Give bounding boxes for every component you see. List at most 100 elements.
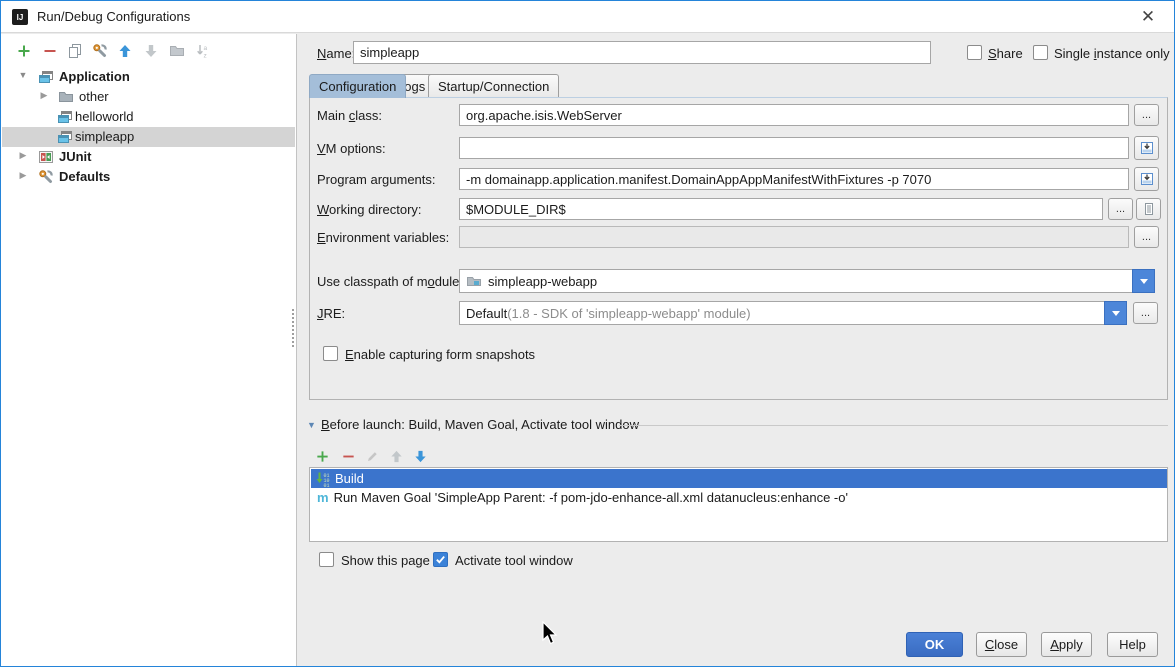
minus-icon [42, 43, 58, 59]
ellipsis-icon: ... [1116, 203, 1125, 215]
tree-item-label: Application [59, 69, 130, 84]
chevron-down-icon [1140, 279, 1148, 284]
environment-variables-input[interactable] [459, 226, 1129, 248]
help-button[interactable]: Help [1107, 632, 1158, 657]
apply-button[interactable]: Apply [1041, 632, 1092, 657]
tree-item-simpleapp[interactable]: simpleapp [2, 127, 295, 147]
jre-value-detail: (1.8 - SDK of 'simpleapp-webapp' module) [507, 306, 750, 321]
window-title: Run/Debug Configurations [37, 1, 190, 33]
single-instance-checkbox[interactable] [1033, 45, 1048, 60]
copy-configuration-button[interactable] [65, 41, 85, 61]
chevron-expanded-icon[interactable]: ▼ [17, 70, 29, 80]
tree-item-label: simpleapp [75, 129, 134, 144]
wrench-icon [92, 43, 108, 59]
move-up-button[interactable] [115, 41, 135, 61]
chevron-collapsed-icon[interactable]: ▶ [17, 170, 29, 181]
sort-configurations-button[interactable]: az [193, 41, 213, 61]
before-launch-move-up-button[interactable] [386, 446, 406, 466]
before-launch-remove-button[interactable] [338, 446, 358, 466]
close-icon[interactable]: ✕ [1136, 5, 1160, 29]
jre-browse-button[interactable]: ... [1133, 302, 1158, 324]
tree-item-other[interactable]: ▶ other [2, 87, 295, 107]
check-icon [435, 554, 446, 565]
help-button-label: Help [1119, 637, 1146, 652]
task-label: Build [335, 471, 364, 486]
tree-item-application[interactable]: ▼ Application [2, 67, 295, 87]
splitter-grip[interactable] [292, 309, 296, 347]
environment-variables-label: Environment variables: [317, 230, 449, 245]
show-this-page-checkbox[interactable] [319, 552, 334, 567]
main-class-browse-button[interactable]: ... [1134, 104, 1159, 126]
tab-configuration[interactable]: Configuration [309, 74, 406, 98]
program-arguments-input[interactable] [459, 168, 1129, 190]
before-launch-add-button[interactable] [312, 446, 332, 466]
move-down-button[interactable] [141, 41, 161, 61]
close-button[interactable]: Close [976, 632, 1027, 657]
tree-item-label: helloworld [75, 109, 134, 124]
name-input[interactable] [353, 41, 931, 64]
section-collapse-icon[interactable]: ▼ [307, 420, 316, 430]
arrow-up-icon [389, 449, 404, 464]
arrow-up-icon [117, 43, 133, 59]
tab-label: Startup/Connection [438, 79, 549, 94]
working-directory-browse-button[interactable]: ... [1108, 198, 1133, 220]
edit-defaults-button[interactable] [90, 41, 110, 61]
maven-icon: m [317, 490, 329, 506]
classpath-module-value: simpleapp-webapp [488, 274, 597, 289]
sort-az-icon: az [195, 43, 211, 59]
tab-startup-connection[interactable]: Startup/Connection [428, 74, 559, 97]
plus-icon [16, 43, 32, 59]
before-launch-title: Before launch: Build, Maven Goal, Activa… [321, 417, 639, 432]
tree-item-label: other [79, 89, 109, 104]
folder-icon [58, 89, 74, 105]
intellij-logo-icon: IJ [12, 9, 28, 25]
before-launch-task-list: 011001 Build m Run Maven Goal 'SimpleApp… [309, 467, 1168, 542]
classpath-module-combobox[interactable]: simpleapp-webapp [459, 269, 1133, 293]
mouse-cursor [541, 621, 559, 647]
vm-options-expand-button[interactable] [1134, 136, 1159, 160]
tree-item-label: Defaults [59, 169, 110, 184]
tree-item-label: JUnit [59, 149, 92, 164]
tree-item-defaults[interactable]: ▶ Defaults [2, 167, 295, 187]
tree-item-helloworld[interactable]: helloworld [2, 107, 295, 127]
capture-snapshots-checkbox[interactable] [323, 346, 338, 361]
new-folder-button[interactable] [167, 41, 187, 61]
add-configuration-button[interactable] [14, 41, 34, 61]
jre-combobox[interactable]: Default (1.8 - SDK of 'simpleapp-webapp'… [459, 301, 1105, 325]
activate-tool-window-label: Activate tool window [455, 553, 573, 568]
vm-options-input[interactable] [459, 137, 1129, 159]
vm-options-label: VM options: [317, 141, 386, 156]
tree-item-junit[interactable]: ▶ JUnit [2, 147, 295, 167]
run-debug-configurations-dialog: IJ Run/Debug Configurations ✕ az ▼ Appli… [0, 0, 1175, 667]
classpath-module-dropdown-button[interactable] [1132, 269, 1155, 293]
main-class-input[interactable] [459, 104, 1129, 126]
chevron-down-icon [1112, 311, 1120, 316]
ellipsis-icon: ... [1141, 307, 1150, 319]
before-launch-move-down-button[interactable] [410, 446, 430, 466]
pencil-icon [365, 449, 380, 464]
chevron-collapsed-icon[interactable]: ▶ [38, 90, 50, 101]
program-arguments-expand-button[interactable] [1134, 167, 1159, 191]
copy-icon [67, 43, 83, 59]
classpath-module-label: Use classpath of module: [317, 274, 463, 289]
before-launch-edit-button[interactable] [362, 446, 382, 466]
ok-button[interactable]: OK [906, 632, 963, 657]
working-directory-macros-button[interactable] [1136, 198, 1161, 220]
arrow-down-icon [413, 449, 428, 464]
remove-configuration-button[interactable] [40, 41, 60, 61]
arrow-down-icon [143, 43, 159, 59]
build-icon: 011001 [315, 471, 331, 487]
show-this-page-label: Show this page [341, 553, 430, 568]
environment-variables-browse-button[interactable]: ... [1134, 226, 1159, 248]
jre-dropdown-button[interactable] [1104, 301, 1127, 325]
working-directory-input[interactable] [459, 198, 1103, 220]
task-row-maven-goal[interactable]: m Run Maven Goal 'SimpleApp Parent: -f p… [311, 488, 1167, 507]
task-row-build[interactable]: 011001 Build [311, 469, 1167, 488]
activate-tool-window-checkbox[interactable] [433, 552, 448, 567]
share-checkbox[interactable] [967, 45, 982, 60]
working-directory-label: Working directory: [317, 202, 422, 217]
chevron-collapsed-icon[interactable]: ▶ [17, 150, 29, 161]
title-bar: IJ Run/Debug Configurations ✕ [1, 1, 1174, 33]
ok-button-label: OK [925, 637, 945, 652]
program-arguments-label: Program arguments: [317, 172, 436, 187]
